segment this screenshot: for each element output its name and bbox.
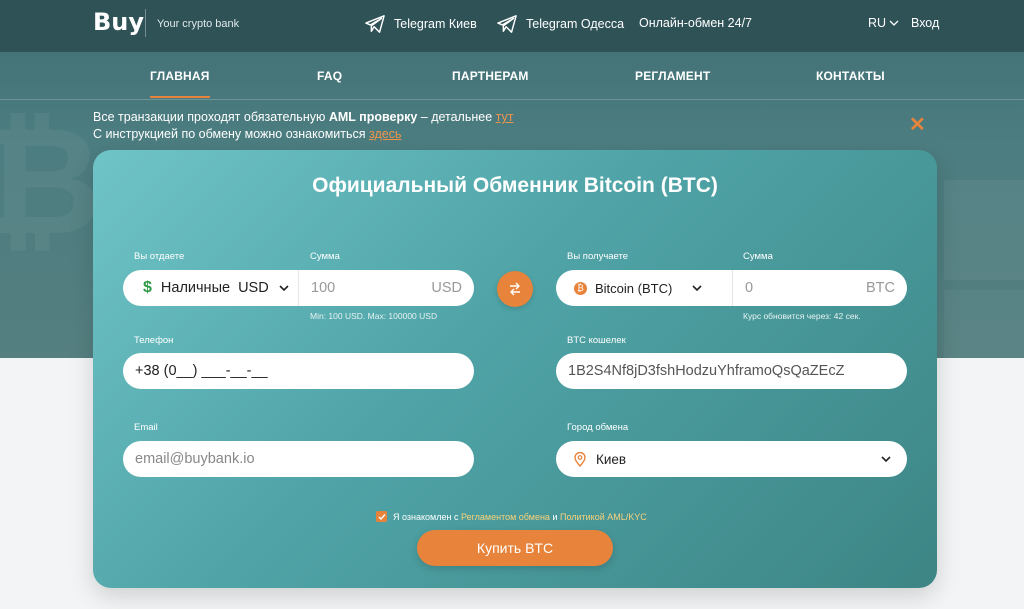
aml-policy-link[interactable]: Политикой AML/KYC <box>560 512 647 522</box>
phone-input[interactable]: +38 (0__) ___-__-__ <box>123 353 474 389</box>
dollar-icon: $ <box>143 279 152 296</box>
form-title: Официальный Обменник Bitcoin (BTC) <box>312 174 718 197</box>
close-icon[interactable]: ✕ <box>909 112 926 137</box>
telegram-icon <box>365 15 385 33</box>
language-selector[interactable]: RU <box>868 16 899 30</box>
agreement-row: Я ознакомлен с Регламентом обмена и Поли… <box>376 511 647 522</box>
nav-divider <box>0 99 1024 100</box>
notice-text: – детальнее <box>417 110 496 124</box>
city-select[interactable]: Киев <box>556 441 907 477</box>
aml-notice: Все транзакции проходят обязательную AML… <box>93 109 514 143</box>
notice-bold-text: AML проверку <box>328 110 418 124</box>
chevron-down-icon <box>889 20 899 26</box>
give-limits: Min: 100 USD. Max: 100000 USD <box>310 311 438 321</box>
receive-currency-select[interactable]: ₿ Bitcoin (BTC) <box>556 270 732 306</box>
bitcoin-icon: ₿ <box>574 281 587 295</box>
background-decoration <box>944 290 1024 358</box>
chevron-down-icon <box>881 456 891 463</box>
give-amount-input[interactable]: 100 USD <box>298 270 474 306</box>
agreement-text: Я ознакомлен с <box>393 511 461 522</box>
agreement-text: и <box>549 511 560 522</box>
city-label: Город обмена <box>567 422 629 433</box>
logo[interactable]: Buy <box>93 8 144 36</box>
telegram-odessa-label: Telegram Одесса <box>526 17 625 31</box>
chevron-down-icon <box>692 285 702 292</box>
rules-link[interactable]: Регламентом обмена <box>461 512 550 522</box>
rate-update-note: Курс обновится через: 42 сек. <box>743 311 861 321</box>
receive-label: Вы получаете <box>567 251 629 262</box>
receive-currency: Bitcoin (BTC) <box>595 280 673 296</box>
swap-button[interactable] <box>497 271 533 307</box>
give-label: Вы отдаете <box>134 251 185 262</box>
chevron-down-icon <box>279 285 289 292</box>
nav-item-home[interactable]: ГЛАВНАЯ <box>150 69 210 98</box>
wallet-label: BTC кошелек <box>567 335 626 346</box>
nav-item-rules[interactable]: РЕГЛАМЕНТ <box>635 69 710 83</box>
give-currency-select[interactable]: $ Наличные USD <box>123 270 298 306</box>
tagline: Your crypto bank <box>157 18 240 30</box>
give-amount-label: Сумма <box>310 251 340 262</box>
buy-button[interactable]: Купить BTC <box>417 530 613 566</box>
email-input[interactable]: email@buybank.io <box>123 441 474 477</box>
telegram-odessa-link[interactable]: Telegram Одесса <box>496 14 624 34</box>
notice-text: С инструкцией по обмену можно ознакомить… <box>93 127 370 141</box>
wallet-input[interactable]: 1B2S4Nf8jD3fshHodzuYhframoQsQaZEcZ <box>556 353 907 389</box>
online-exchange-link[interactable]: Онлайн-обмен 24/7 <box>639 16 752 30</box>
give-amount-placeholder: 100 <box>311 280 336 296</box>
receive-amount-unit: BTC <box>866 280 895 296</box>
telegram-icon <box>497 15 517 33</box>
receive-amount-placeholder: 0 <box>745 280 754 296</box>
receive-amount-label: Сумма <box>743 251 773 262</box>
give-currency: USD <box>238 280 269 296</box>
exchange-form-card: Официальный Обменник Bitcoin (BTC) Вы от… <box>93 150 937 588</box>
give-amount-unit: USD <box>431 280 462 296</box>
logo-divider <box>145 9 146 37</box>
location-pin-icon <box>574 451 586 467</box>
nav-item-partners[interactable]: ПАРТНЕРАМ <box>452 69 529 83</box>
nav-item-contacts[interactable]: КОНТАКТЫ <box>816 69 885 83</box>
email-label: Email <box>134 422 158 433</box>
receive-amount-input[interactable]: 0 BTC <box>732 270 907 306</box>
instructions-link[interactable]: здесь <box>369 127 401 141</box>
phone-label: Телефон <box>134 335 174 346</box>
telegram-kiev-label: Telegram Киев <box>394 17 477 31</box>
nav-item-faq[interactable]: FAQ <box>317 69 342 83</box>
language-label: RU <box>868 16 887 30</box>
background-decoration <box>944 180 1024 280</box>
top-bar: Buy Your crypto bank Telegram Киев Teleg… <box>0 0 1024 52</box>
swap-arrows-icon <box>510 282 520 296</box>
checkmark-icon <box>378 513 386 520</box>
give-method: Наличные <box>160 280 231 296</box>
notice-text: Все транзакции проходят обязательную <box>93 110 329 124</box>
agreement-checkbox[interactable] <box>376 511 387 522</box>
telegram-kiev-link[interactable]: Telegram Киев <box>364 14 477 34</box>
login-link[interactable]: Вход <box>911 16 939 30</box>
city-value: Киев <box>596 451 627 467</box>
aml-details-link[interactable]: тут <box>496 110 514 124</box>
